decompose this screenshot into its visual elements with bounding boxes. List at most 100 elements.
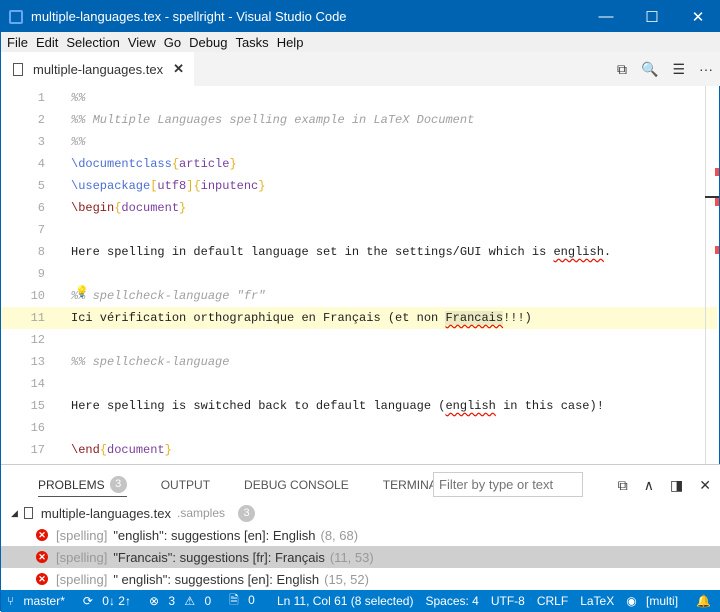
line-code: \end{document} — [71, 439, 172, 461]
info-status[interactable]: 🗎 0 — [229, 591, 261, 612]
error-icon: ✕ — [36, 551, 48, 563]
menu-selection[interactable]: Selection — [62, 35, 123, 50]
code-token: { — [171, 157, 180, 171]
tab-debug-console[interactable]: DEBUG CONSOLE — [244, 473, 349, 497]
spell-language-label: [multi] — [646, 594, 679, 608]
tab-output[interactable]: OUTPUT — [161, 473, 210, 497]
code-line[interactable]: 11 Ici vérification orthographique en Fra… — [1, 307, 717, 329]
lightbulb-icon[interactable]: 💡 — [75, 282, 89, 304]
line-number: 6 — [37, 201, 45, 215]
code-token: %% — [71, 135, 86, 149]
menu-view[interactable]: View — [124, 35, 160, 50]
code-line[interactable]: 4 \documentclass{article} — [1, 153, 707, 175]
line-number: 15 — [30, 399, 45, 413]
error-count: 3 — [168, 594, 176, 608]
open-preview-icon[interactable]: ⧉ — [617, 61, 627, 78]
line-number: 1 — [37, 91, 45, 105]
title-bar: multiple-languages.tex - spellright - Vi… — [1, 1, 720, 32]
problem-source: [spelling] — [56, 571, 108, 587]
code-token: Ici vérification orthographique en Franç… — [71, 311, 446, 325]
tab-problems-label: PROBLEMS — [38, 477, 105, 492]
close-button[interactable]: ✕ — [675, 1, 720, 32]
menu-file[interactable]: File — [3, 35, 32, 50]
code-line[interactable]: 12 — [1, 329, 707, 351]
menu-tasks[interactable]: Tasks — [231, 35, 272, 50]
problem-message: " english": suggestions [en]: English — [113, 571, 320, 587]
line-number: 11 — [30, 311, 45, 325]
collapse-all-icon[interactable]: ⧉ — [618, 477, 628, 494]
problem-source: [spelling] — [56, 527, 108, 543]
code-token: Here spelling in default language set in… — [71, 245, 554, 259]
expand-triangle-icon: ◢ — [11, 507, 18, 518]
close-panel-icon[interactable]: ✕ — [699, 477, 711, 494]
split-editor-icon[interactable]: ☰ — [672, 61, 685, 78]
indentation[interactable]: Spaces: 4 — [425, 594, 478, 608]
tab-problems[interactable]: PROBLEMS 3 — [38, 473, 127, 497]
line-ending[interactable]: CRLF — [537, 594, 568, 608]
code-token: . — [603, 245, 612, 259]
code-token: } — [179, 201, 187, 215]
misspelled-word: Francais — [445, 311, 504, 325]
editor-tab[interactable]: multiple-languages.tex ✕ — [1, 52, 194, 86]
menu-help[interactable]: Help — [273, 35, 308, 50]
code-line[interactable]: 7 — [1, 219, 707, 241]
code-line[interactable]: 13 %% spellcheck-language — [1, 351, 707, 373]
code-line[interactable]: 8 Here spelling in default language set i… — [1, 241, 707, 263]
code-line[interactable]: 1%% — [1, 87, 707, 109]
notifications-bell-icon[interactable]: 🔔 — [696, 594, 711, 608]
line-number: 9 — [37, 267, 45, 281]
menu-go[interactable]: Go — [160, 35, 185, 50]
menu-edit[interactable]: Edit — [32, 35, 62, 50]
line-code: Here spelling in default language set in… — [71, 241, 611, 263]
problem-row[interactable]: ✕ [spelling] "Francais": suggestions [fr]:… — [1, 546, 720, 568]
misspelled-word: english — [553, 245, 604, 259]
code-token: { — [193, 179, 201, 193]
code-line[interactable]: 3%% — [1, 131, 707, 153]
line-number: 17 — [30, 443, 45, 457]
minimize-button[interactable]: — — [583, 1, 629, 32]
more-actions-icon[interactable]: ··· — [699, 61, 713, 77]
sync-status[interactable]: ⟳ 0↓ 2↑ — [83, 594, 137, 608]
code-line[interactable]: 5 \usepackage[utf8]{inputenc} — [1, 175, 707, 197]
menu-bar: File Edit Selection View Go Debug Tasks … — [1, 32, 720, 52]
code-line[interactable]: 14 — [1, 373, 707, 395]
problem-row[interactable]: ✕ [spelling] "english": suggestions [en]: … — [1, 524, 720, 546]
problems-status[interactable]: ⊗ 3 ⚠ 0 — [149, 594, 217, 608]
code-token: document — [107, 443, 165, 457]
tab-close-icon[interactable]: ✕ — [173, 61, 184, 77]
encoding[interactable]: UTF-8 — [491, 594, 525, 608]
problems-filter-input[interactable] — [433, 472, 583, 497]
code-token: \end — [71, 443, 100, 457]
problem-file-row[interactable]: ◢ multiple-languages.tex .samples 3 — [1, 502, 720, 524]
code-line[interactable]: 6 \begin{document} — [1, 197, 707, 219]
error-icon: ✕ — [36, 529, 48, 541]
code-token: } — [229, 157, 237, 171]
spell-language[interactable]: ◉ [multi] — [626, 594, 684, 608]
code-line[interactable]: 16 — [1, 417, 707, 439]
code-token: } — [258, 179, 266, 193]
error-marker — [715, 168, 719, 176]
problem-position: (11, 53) — [329, 549, 374, 565]
maximize-panel-icon[interactable]: ∧ — [644, 477, 654, 494]
editor-scrollbar[interactable] — [705, 86, 719, 464]
code-line[interactable]: 10 %% spellcheck-language "fr" 💡 — [1, 285, 707, 307]
code-line[interactable]: 17 \end{document} — [1, 439, 707, 461]
language-mode[interactable]: LaTeX — [580, 594, 614, 608]
problem-row[interactable]: ✕ [spelling] " english": suggestions [en]:… — [1, 568, 720, 590]
cursor-position[interactable]: Ln 11, Col 61 (8 selected) — [277, 594, 414, 608]
warning-count: 0 — [204, 594, 212, 608]
code-line[interactable]: 2 %% Multiple Languages spelling example … — [1, 109, 707, 131]
code-line[interactable]: 9 — [1, 263, 707, 285]
line-number: 4 — [37, 157, 45, 171]
maximize-button[interactable]: ☐ — [629, 1, 675, 32]
status-bar: ⑂ master* ⟳ 0↓ 2↑ ⊗ 3 ⚠ 0 🗎 0 Ln 11, Col… — [1, 590, 720, 612]
menu-debug[interactable]: Debug — [185, 35, 231, 50]
code-line[interactable]: 15 Here spelling is switched back to defa… — [1, 395, 707, 417]
line-code: %% Multiple Languages spelling example i… — [71, 109, 474, 131]
problem-position: (15, 52) — [324, 571, 369, 587]
code-token: \usepackage — [71, 179, 151, 193]
toggle-panel-position-icon[interactable]: ◨ — [670, 477, 683, 494]
spell-search-icon[interactable]: 🔍 — [641, 61, 658, 78]
code-editor[interactable]: 1%% 2 %% Multiple Languages spelling examp… — [1, 86, 720, 464]
git-branch[interactable]: ⑂ master* — [7, 594, 71, 608]
